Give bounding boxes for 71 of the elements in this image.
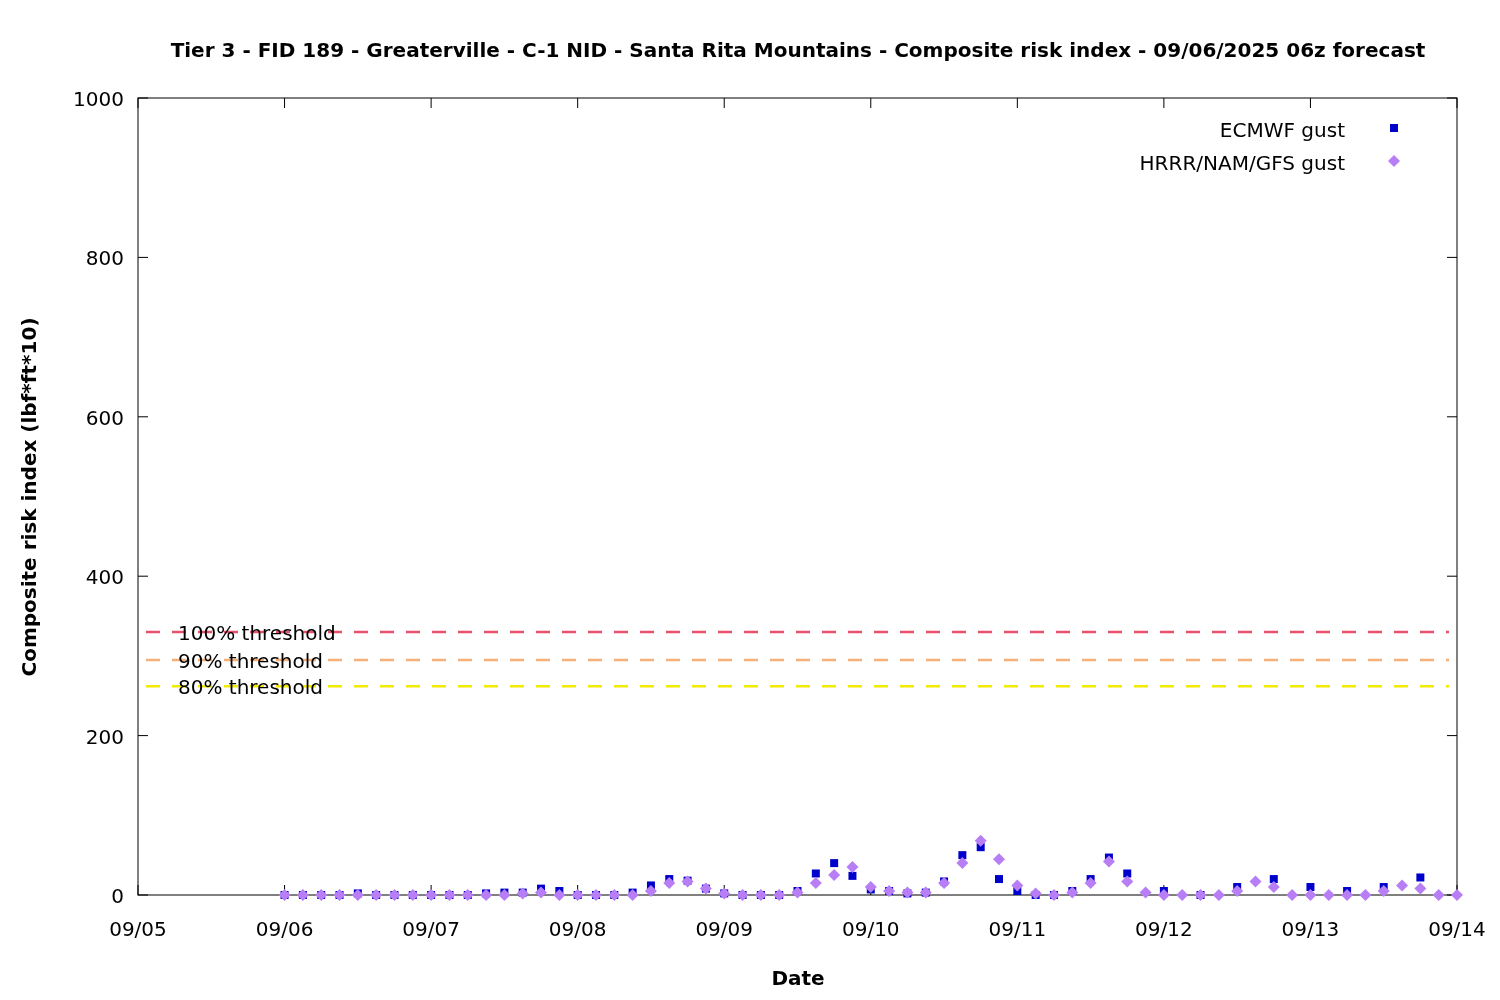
y-tick-label: 400 — [85, 565, 124, 590]
diamond-point — [993, 853, 1005, 866]
diamond-point — [846, 861, 859, 874]
square-point — [958, 851, 967, 860]
x-tick-label: 09/12 — [1135, 917, 1193, 941]
diamond-point — [535, 886, 548, 899]
y-tick-label: 1000 — [73, 87, 124, 111]
threshold-label: 90% threshold — [178, 648, 323, 673]
diamond-point — [663, 877, 676, 890]
diamond-point — [1377, 885, 1390, 897]
diamond-point — [1102, 855, 1115, 868]
diamond-point — [828, 869, 841, 882]
diamond-point — [1231, 885, 1244, 897]
y-tick-label: 200 — [85, 724, 124, 749]
diamond-point — [1066, 886, 1079, 899]
square-point — [995, 875, 1003, 884]
diamond-point — [1084, 877, 1097, 890]
square-point — [848, 871, 857, 880]
diamond-point — [1139, 886, 1152, 899]
square-point — [830, 859, 839, 868]
threshold-label: 100% threshold — [178, 621, 336, 645]
diamond-point — [1011, 879, 1024, 892]
diamond-point — [1286, 889, 1299, 901]
diamond-point — [974, 834, 987, 847]
y-tick-label: 800 — [85, 246, 124, 271]
square-point — [1416, 873, 1425, 882]
diamond-point — [791, 886, 804, 899]
diamond-point — [1157, 889, 1170, 901]
x-tick-label: 09/08 — [548, 917, 607, 941]
x-tick-label: 09/11 — [988, 917, 1047, 941]
diamond-point — [626, 889, 639, 901]
square-point — [811, 869, 820, 878]
x-tick-label: 09/05 — [109, 917, 167, 941]
x-tick-label: 09/13 — [1281, 917, 1340, 941]
diamond-point — [1029, 887, 1042, 900]
diamond-point — [1121, 875, 1134, 888]
diamond-point — [1304, 889, 1317, 901]
chart-title: Tier 3 - FID 189 - Greaterville - C-1 NID - Santa Rita Mountains - Composite risk index - 09/06/2025 06z forecast — [170, 38, 1426, 62]
diamond-point — [553, 889, 566, 901]
diamond-point — [1451, 889, 1463, 901]
x-axis-title: Date — [771, 966, 825, 990]
x-tick-label: 09/06 — [255, 917, 314, 941]
diamond-point — [1341, 889, 1354, 901]
diamond-point — [956, 857, 969, 870]
y-tick-label: 0 — [111, 884, 124, 908]
square-point — [1269, 875, 1278, 884]
legend-label: HRRR/NAM/GFS gust — [1139, 151, 1345, 175]
diamond-point — [809, 877, 822, 890]
diamond-point — [498, 889, 511, 901]
diamond-point — [1396, 879, 1409, 892]
diamond-point — [864, 881, 877, 894]
x-tick-label: 09/07 — [402, 917, 460, 941]
y-tick-label: 600 — [85, 405, 124, 430]
diamond-point — [644, 885, 657, 897]
x-tick-label: 09/09 — [695, 917, 754, 941]
diamond-point — [1212, 889, 1225, 901]
square-point — [1123, 869, 1132, 878]
diamond-point — [1432, 889, 1445, 901]
diamond-point — [1322, 889, 1335, 901]
diamond-point — [1414, 882, 1427, 895]
diamond-point — [938, 877, 951, 890]
diamond-point — [1359, 889, 1372, 901]
threshold-label: 80% threshold — [178, 675, 323, 700]
diamond-point — [1249, 875, 1262, 888]
y-axis-title: Composite risk index (lbf*ft*10) — [17, 317, 41, 677]
legend-label: ECMWF gust — [1219, 118, 1345, 142]
x-tick-label: 09/14 — [1428, 917, 1486, 941]
x-tick-label: 09/10 — [841, 917, 900, 941]
diamond-point — [1176, 889, 1189, 901]
diamond-point — [1267, 881, 1280, 894]
square-point — [1306, 883, 1315, 892]
